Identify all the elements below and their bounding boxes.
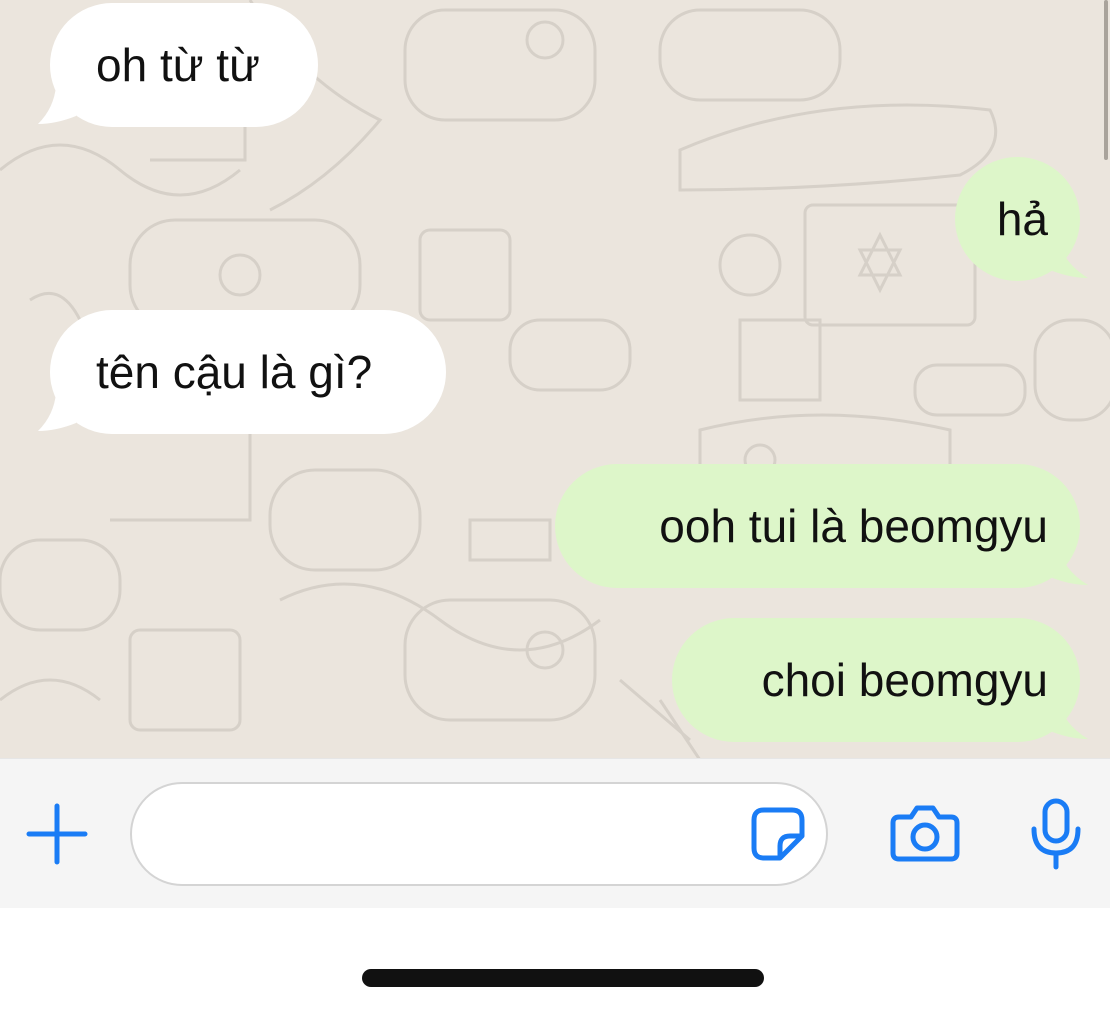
chat-area[interactable]: oh từ từ hả tên cậu là gì? ooh tui là be… [0, 0, 1110, 758]
bubble-tail [38, 86, 76, 124]
composer-bar [0, 758, 1110, 908]
message-text: tên cậu là gì? [96, 346, 373, 398]
message-bubble-outgoing[interactable]: ooh tui là beomgyu [555, 464, 1080, 588]
message-text: hả [996, 193, 1048, 245]
microphone-icon[interactable] [1028, 797, 1084, 871]
message-bubble-outgoing[interactable]: choi beomgyu [672, 618, 1080, 742]
sticker-icon[interactable] [750, 806, 806, 862]
plus-icon[interactable] [25, 802, 89, 866]
message-text: ooh tui là beomgyu [659, 500, 1048, 552]
bubble-tail [1050, 701, 1088, 739]
camera-icon[interactable] [889, 803, 961, 863]
message-input[interactable] [130, 782, 828, 886]
message-bubble-incoming[interactable]: oh từ từ [50, 3, 318, 127]
home-indicator[interactable] [362, 969, 764, 987]
message-bubble-incoming[interactable]: tên cậu là gì? [50, 310, 446, 434]
bubble-tail [1050, 547, 1088, 585]
message-text: choi beomgyu [761, 654, 1048, 706]
scrollbar-thumb[interactable] [1104, 0, 1108, 160]
message-text: oh từ từ [96, 39, 260, 91]
bubble-tail [38, 393, 76, 431]
bubble-tail [1050, 240, 1088, 278]
